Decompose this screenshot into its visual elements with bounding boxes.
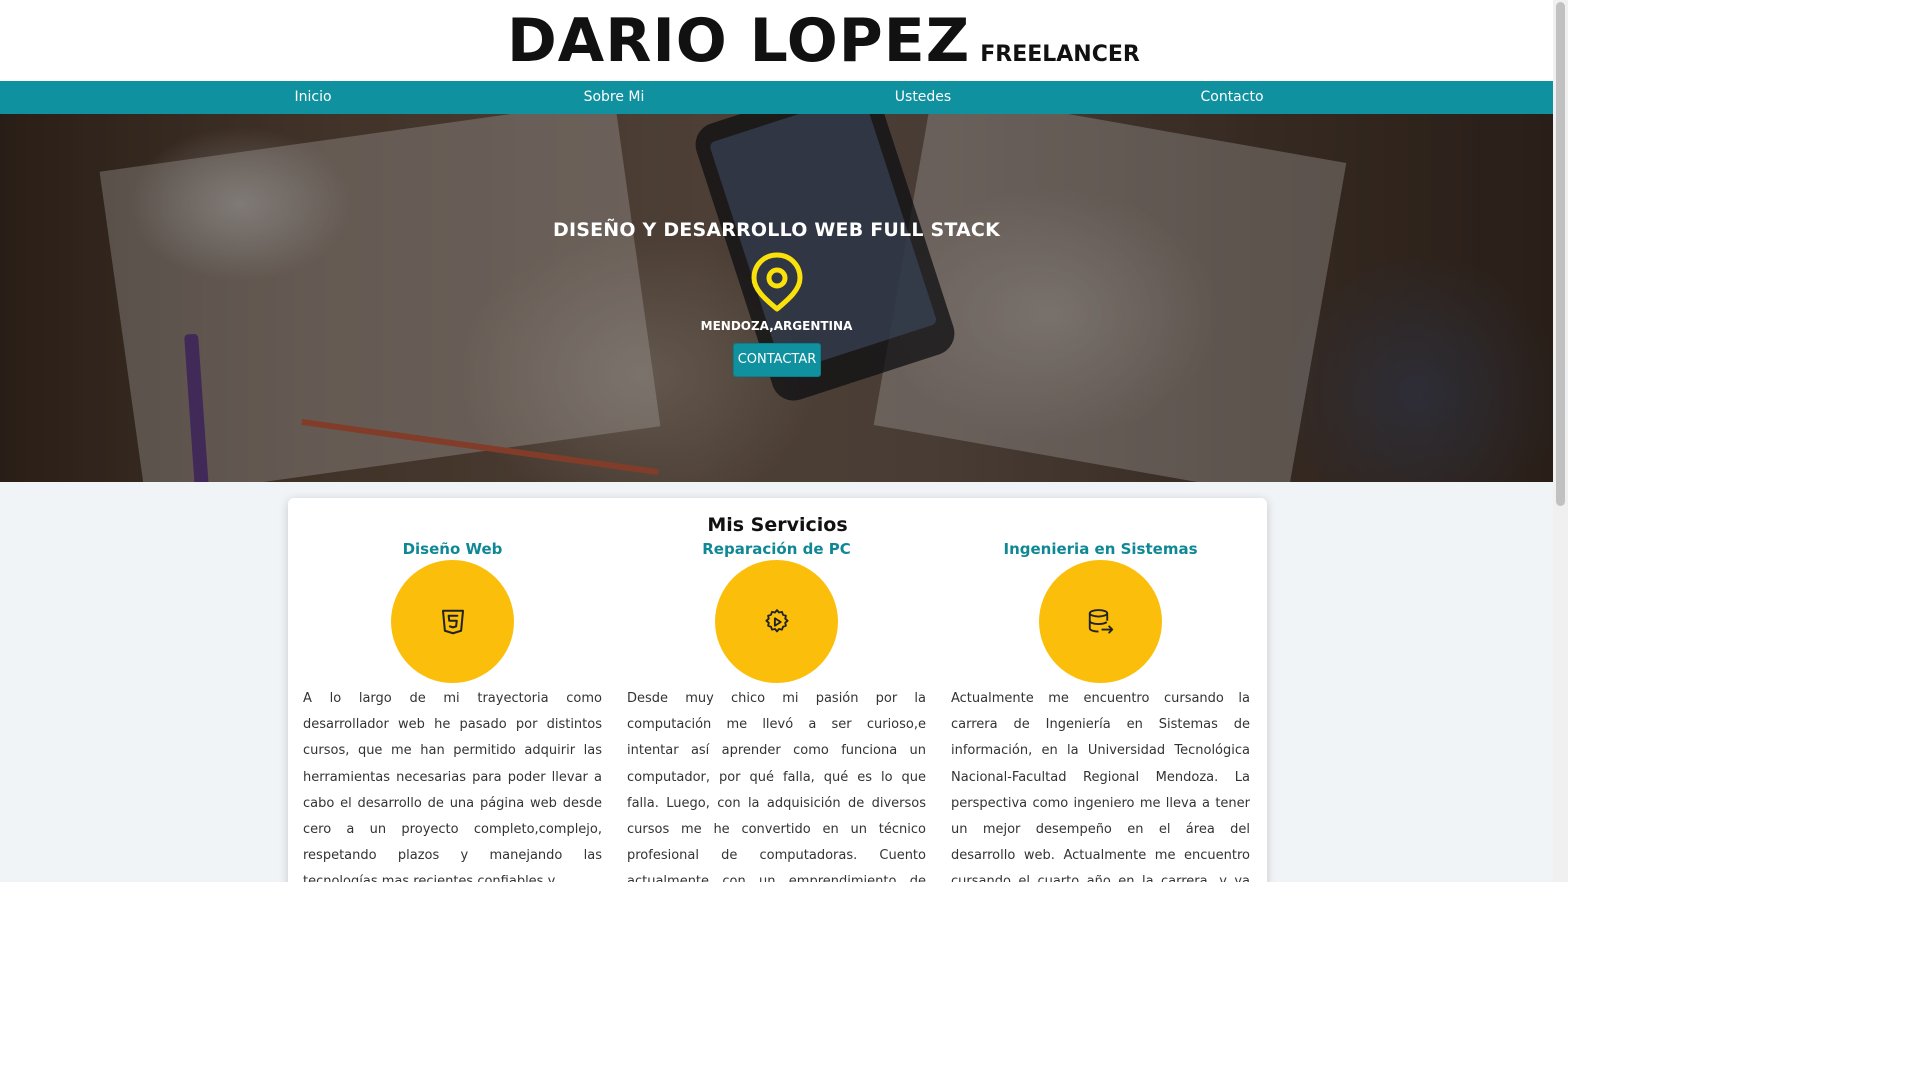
brand-name: DARIO LOPEZ bbox=[507, 6, 971, 76]
service-title: Ingenieria en Sistemas bbox=[1003, 540, 1198, 558]
site-header: DARIO LOPEZ FREELANCER bbox=[0, 0, 1553, 81]
map-pin-icon bbox=[751, 252, 803, 312]
service-description: Actualmente me encuentro cursando la car… bbox=[951, 691, 1250, 882]
nav-item-inicio[interactable]: Inicio bbox=[294, 81, 331, 114]
service-reparacion-pc: Reparación de PC Desde muy chico mi pasi… bbox=[627, 538, 926, 882]
nav-item-contacto[interactable]: Contacto bbox=[1200, 81, 1263, 114]
service-icon-circle bbox=[391, 560, 514, 683]
hero-location: MENDOZA,ARGENTINA bbox=[700, 319, 853, 333]
brand-role: FREELANCER bbox=[980, 42, 1140, 67]
service-diseno-web: Diseño Web A lo largo de mi trayectoria … bbox=[303, 538, 602, 882]
hero-banner: DISEÑO Y DESARROLLO WEB FULL STACK MENDO… bbox=[0, 114, 1553, 482]
hero-title: DISEÑO Y DESARROLLO WEB FULL STACK bbox=[552, 219, 1000, 241]
service-icon-circle bbox=[715, 560, 838, 683]
services-title: Mis Servicios bbox=[707, 514, 848, 536]
service-description: A lo largo de mi trayectoria como desarr… bbox=[303, 691, 602, 882]
database-export-icon bbox=[1088, 608, 1113, 634]
service-description: Desde muy chico mi pasión por la computa… bbox=[627, 691, 926, 882]
service-title: Diseño Web bbox=[402, 540, 503, 558]
html5-icon bbox=[441, 609, 464, 634]
gear-play-icon bbox=[764, 608, 789, 632]
scrollbar-thumb[interactable] bbox=[1556, 2, 1565, 506]
service-ingenieria-sistemas: Ingenieria en Sistemas Actualmente me en… bbox=[951, 538, 1250, 882]
page-scrollbar[interactable] bbox=[1553, 0, 1568, 882]
service-icon-circle bbox=[1039, 560, 1162, 683]
contact-button[interactable]: CONTACTAR bbox=[733, 343, 821, 377]
main-nav: Inicio Sobre Mi Ustedes Contacto bbox=[0, 81, 1553, 114]
nav-item-ustedes[interactable]: Ustedes bbox=[895, 81, 951, 114]
nav-item-sobre-mi[interactable]: Sobre Mi bbox=[584, 81, 645, 114]
page: DARIO LOPEZ FREELANCER Inicio Sobre Mi Us… bbox=[0, 0, 1553, 882]
service-title: Reparación de PC bbox=[702, 540, 851, 558]
brand: DARIO LOPEZ FREELANCER bbox=[507, 6, 1140, 76]
services-card: Mis Servicios Diseño Web A lo largo de m… bbox=[288, 498, 1267, 882]
